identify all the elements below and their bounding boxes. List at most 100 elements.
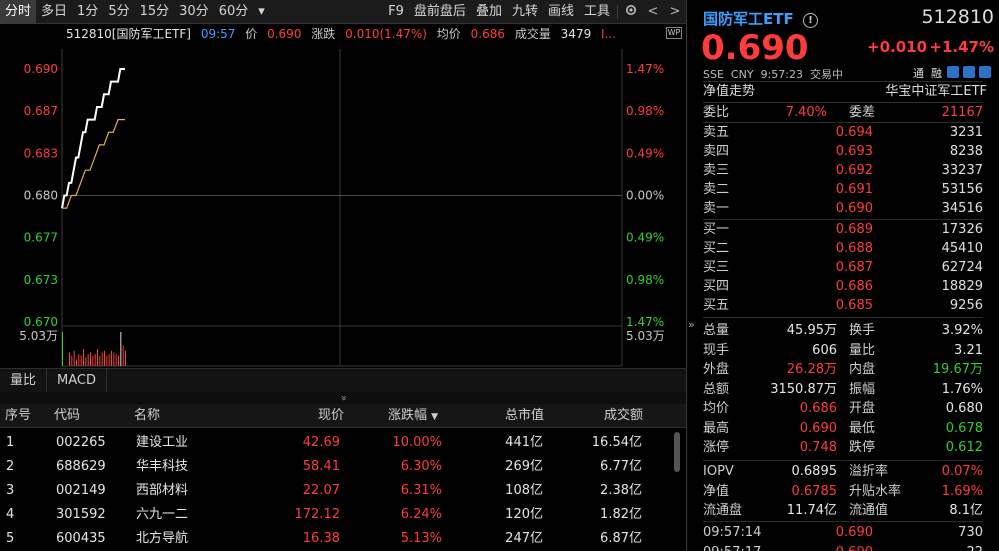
bid-level-row[interactable]: 买二 0.688 45410 bbox=[703, 239, 983, 258]
table-row[interactable]: 5 600435 北方导航 16.38 5.13% 247亿 6.87亿 bbox=[0, 527, 672, 551]
expand-panel-button[interactable]: » bbox=[0, 392, 686, 404]
stat-value: 1.69% bbox=[941, 483, 983, 499]
tab-volume-ratio[interactable]: 量比 bbox=[0, 368, 48, 393]
col-header-name[interactable]: 名称 bbox=[134, 404, 160, 428]
stat-label: 最高 bbox=[703, 420, 730, 436]
pre-post-market-button[interactable]: 盘前盘后 bbox=[409, 0, 471, 24]
tick-time: 09:57:14 bbox=[703, 525, 762, 540]
table-row[interactable]: 2 688629 华丰科技 58.41 6.30% 269亿 6.77亿 bbox=[0, 455, 672, 479]
more-periods-dropdown[interactable]: ▾ bbox=[253, 0, 270, 24]
tracking-index-link[interactable]: 华宝中证军工ETF bbox=[885, 82, 987, 101]
avg-price-line bbox=[62, 118, 125, 209]
expand-icon[interactable] bbox=[979, 66, 991, 78]
next-arrow-icon[interactable]: > bbox=[664, 4, 686, 19]
ask-level-row[interactable]: 卖四 0.693 8238 bbox=[703, 142, 983, 161]
divider bbox=[703, 317, 983, 318]
volume-value: 3479 bbox=[560, 27, 592, 41]
volume-tick-label-right: 5.03万 bbox=[626, 329, 665, 343]
table-row[interactable]: 1 002265 建设工业 42.69 10.00% 441亿 16.54亿 bbox=[0, 431, 672, 455]
col-header-code[interactable]: 代码 bbox=[54, 404, 80, 428]
tab-30min[interactable]: 30分 bbox=[174, 0, 214, 24]
ask-level-row[interactable]: 卖二 0.691 53156 bbox=[703, 180, 983, 199]
stat-row: 涨停 0.748 跌停 0.612 bbox=[703, 438, 983, 458]
stat-value: 3.92% bbox=[941, 323, 983, 338]
stat-value: 606 bbox=[812, 342, 837, 358]
prev-arrow-icon[interactable]: < bbox=[642, 4, 664, 19]
col-header-pct-change[interactable]: 涨跌幅 ▼ bbox=[388, 404, 438, 428]
tab-5min[interactable]: 5分 bbox=[103, 0, 134, 24]
settings-gear-icon[interactable] bbox=[620, 3, 642, 21]
stat-row: 外盘 26.28万 内盘 19.67万 bbox=[703, 360, 983, 380]
stat-label: 流通值 bbox=[849, 503, 889, 518]
cell-price: 16.38 bbox=[302, 531, 340, 546]
tab-15min[interactable]: 15分 bbox=[135, 0, 175, 24]
tab-macd[interactable]: MACD bbox=[47, 368, 107, 393]
stat-value: 1.76% bbox=[941, 381, 983, 397]
level-label: 买三 bbox=[703, 260, 730, 275]
tab-1min[interactable]: 1分 bbox=[72, 0, 103, 24]
table-row[interactable]: 4 301592 六九一二 172.12 6.24% 120亿 1.82亿 bbox=[0, 503, 672, 527]
level-price: 0.691 bbox=[835, 182, 873, 197]
stat-label: 跌停 bbox=[849, 440, 876, 455]
col-header-amount[interactable]: 成交额 bbox=[604, 404, 643, 428]
level-price: 0.694 bbox=[835, 125, 873, 140]
bid-level-row[interactable]: 买五 0.685 9256 bbox=[703, 296, 983, 315]
tag-margin[interactable]: 融 bbox=[931, 67, 942, 80]
tab-multi-day[interactable]: 多日 bbox=[36, 0, 72, 24]
stat-value: 19.67万 bbox=[932, 362, 983, 377]
collapse-panel-arrow-icon[interactable]: » bbox=[688, 318, 695, 331]
col-header-pct-label: 涨跌幅 bbox=[388, 408, 428, 423]
level-volume: 33237 bbox=[941, 163, 983, 178]
f9-button[interactable]: F9 bbox=[383, 0, 409, 24]
bell-icon[interactable] bbox=[963, 66, 975, 78]
ask-level-row[interactable]: 卖五 0.694 3231 bbox=[703, 123, 983, 142]
table-scrollbar[interactable] bbox=[674, 432, 680, 472]
overlay-button[interactable]: 叠加 bbox=[471, 0, 507, 24]
cell-price: 58.41 bbox=[302, 459, 340, 474]
col-header-market-cap[interactable]: 总市值 bbox=[505, 404, 544, 428]
level-label: 卖一 bbox=[703, 201, 730, 216]
tag-connect[interactable]: 通 bbox=[913, 67, 924, 80]
ratio-value: 7.40% bbox=[785, 105, 827, 120]
stat-value: 26.28万 bbox=[786, 362, 837, 377]
change-label: 涨跌 bbox=[311, 27, 336, 41]
cell-mcap: 247亿 bbox=[505, 531, 543, 546]
stat-value: 11.74亿 bbox=[786, 503, 837, 518]
bid-level-row[interactable]: 买四 0.686 18829 bbox=[703, 277, 983, 296]
table-row[interactable]: 3 002149 西部材料 22.07 6.31% 108亿 2.38亿 bbox=[0, 479, 672, 503]
ask-level-row[interactable]: 卖一 0.690 34516 bbox=[703, 199, 983, 218]
wp-badge-icon[interactable]: WP bbox=[666, 27, 682, 39]
y-pct-tick-label: 1.47% bbox=[626, 62, 664, 76]
divider bbox=[703, 521, 983, 522]
level-volume: 53156 bbox=[941, 182, 983, 197]
stat-value: 3150.87万 bbox=[770, 381, 837, 397]
cell-pct: 5.13% bbox=[400, 531, 442, 546]
tools-button[interactable]: 工具 bbox=[579, 0, 615, 24]
stat-row: 总额 3150.87万 振幅 1.76% bbox=[703, 380, 983, 400]
level-label: 买一 bbox=[703, 222, 730, 237]
col-header-index[interactable]: 序号 bbox=[5, 404, 31, 428]
cell-idx: 5 bbox=[6, 531, 15, 546]
tab-intraday[interactable]: 分时 bbox=[0, 0, 37, 24]
nine-turn-button[interactable]: 九转 bbox=[507, 0, 543, 24]
col-header-price[interactable]: 现价 bbox=[318, 404, 344, 428]
draw-line-button[interactable]: 画线 bbox=[543, 0, 579, 24]
chart-canvas[interactable]: 0.690 1.47% 0.687 0.98% 0.683 0.49% 0.680 0.00%… bbox=[0, 48, 686, 390]
tab-60min[interactable]: 60分 bbox=[214, 0, 254, 24]
stat-label: 最低 bbox=[849, 420, 876, 436]
info-icon[interactable]: ! bbox=[802, 13, 818, 28]
y-tick-label: 0.677 bbox=[24, 231, 58, 245]
bid-level-row[interactable]: 买三 0.687 62724 bbox=[703, 258, 983, 277]
stat-row: 净值 0.6785 升贴水率 1.69% bbox=[703, 482, 983, 502]
y-pct-tick-label: 0.98% bbox=[626, 273, 664, 287]
stat-label: 总量 bbox=[703, 323, 730, 338]
bid-level-row[interactable]: 买一 0.689 17326 bbox=[703, 220, 983, 239]
edit-icon[interactable] bbox=[947, 66, 959, 78]
avg-label: 均价 bbox=[436, 27, 461, 41]
intraday-chart[interactable]: 0.690 1.47% 0.687 0.98% 0.683 0.49% 0.680 0.00%… bbox=[0, 24, 686, 381]
stat-label: 振幅 bbox=[849, 381, 876, 397]
quote-title: 国防军工ETF ! bbox=[703, 8, 818, 29]
stat-label: 开盘 bbox=[849, 401, 876, 416]
ask-level-row[interactable]: 卖三 0.692 33237 bbox=[703, 161, 983, 180]
nav-trend-link[interactable]: 净值走势 bbox=[703, 82, 755, 101]
